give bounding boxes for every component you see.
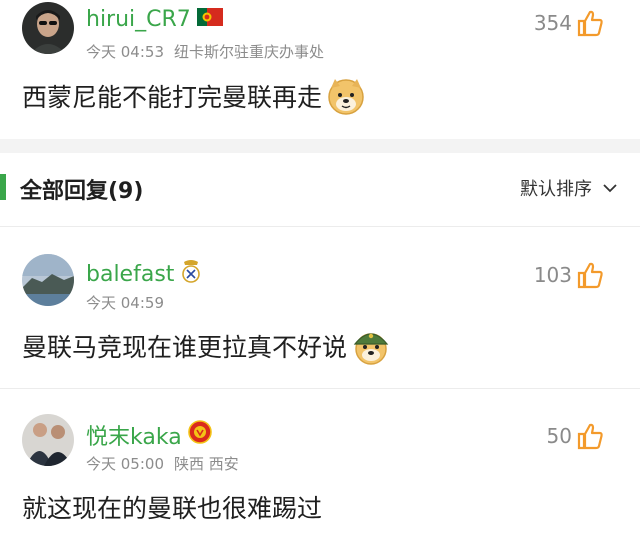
reply-content-text: 就这现在的曼联也很难踢过: [22, 494, 323, 523]
avatar[interactable]: [22, 254, 74, 306]
like-count: 354: [533, 11, 572, 35]
like-button[interactable]: 50: [547, 422, 604, 450]
reply-content: 曼联马竞现在谁更拉真不好说: [22, 326, 391, 366]
chevron-down-icon: [603, 184, 617, 193]
username-text: 悦末kaka: [86, 425, 182, 450]
thumbs-up-icon: [577, 423, 603, 450]
post-content: 西蒙尼能不能打完曼联再走: [22, 76, 366, 116]
post-time: 今天 04:59: [86, 294, 164, 312]
avatar[interactable]: [22, 2, 74, 54]
post-time: 今天 05:00: [86, 455, 164, 473]
man-utd-badge-icon: [187, 420, 212, 450]
username[interactable]: balefast: [86, 258, 202, 290]
post-content-text: 西蒙尼能不能打完曼联再走: [22, 83, 323, 112]
like-count: 50: [546, 424, 572, 448]
sort-dropdown[interactable]: 默认排序: [520, 175, 618, 201]
reply-content-text: 曼联马竞现在谁更拉真不好说: [22, 333, 348, 362]
post-meta: 今天 05:00 陕西 西安: [86, 453, 239, 474]
real-madrid-badge-icon: [180, 258, 202, 290]
doge-army-emoji-icon: [353, 333, 389, 365]
like-button[interactable]: 354: [534, 9, 604, 37]
post-time: 今天 04:53: [86, 43, 164, 61]
reply-item: balefast 今天 04:59 103 曼联马竞现在谁更拉真不好说: [0, 227, 640, 387]
thumbs-up-icon: [577, 262, 603, 289]
username-text: balefast: [86, 261, 175, 287]
replies-header: 全部回复(9) 默认排序: [0, 153, 640, 225]
section-accent-bar: [0, 174, 6, 200]
reply-item: 悦末kaka 今天 05:00 陕西 西安 50 就这现在的曼联也很难踢过: [0, 389, 640, 539]
like-count: 103: [533, 263, 572, 287]
sort-label: 默认排序: [520, 179, 592, 200]
portugal-flag-icon: [196, 7, 223, 32]
post-location: 陕西 西安: [174, 455, 239, 473]
post-location: 纽卡斯尔驻重庆办事处: [174, 43, 325, 61]
thumbs-up-icon: [577, 10, 603, 37]
username-text: hirui_CR7: [86, 7, 191, 32]
section-divider: [0, 139, 640, 153]
post-meta: 今天 04:59: [86, 292, 164, 313]
avatar[interactable]: [22, 414, 74, 466]
username[interactable]: hirui_CR7: [86, 7, 223, 32]
reply-content: 就这现在的曼联也很难踢过: [22, 489, 322, 525]
username[interactable]: 悦末kaka: [86, 419, 212, 451]
doge-emoji-icon: [328, 79, 364, 115]
top-post: hirui_CR7 今天 04:53 纽卡斯尔驻重庆办事处 354 西蒙尼能不能打…: [0, 0, 640, 139]
replies-title: 全部回复(9): [20, 179, 144, 204]
post-meta: 今天 04:53 纽卡斯尔驻重庆办事处: [86, 41, 324, 62]
like-button[interactable]: 103: [534, 261, 604, 289]
